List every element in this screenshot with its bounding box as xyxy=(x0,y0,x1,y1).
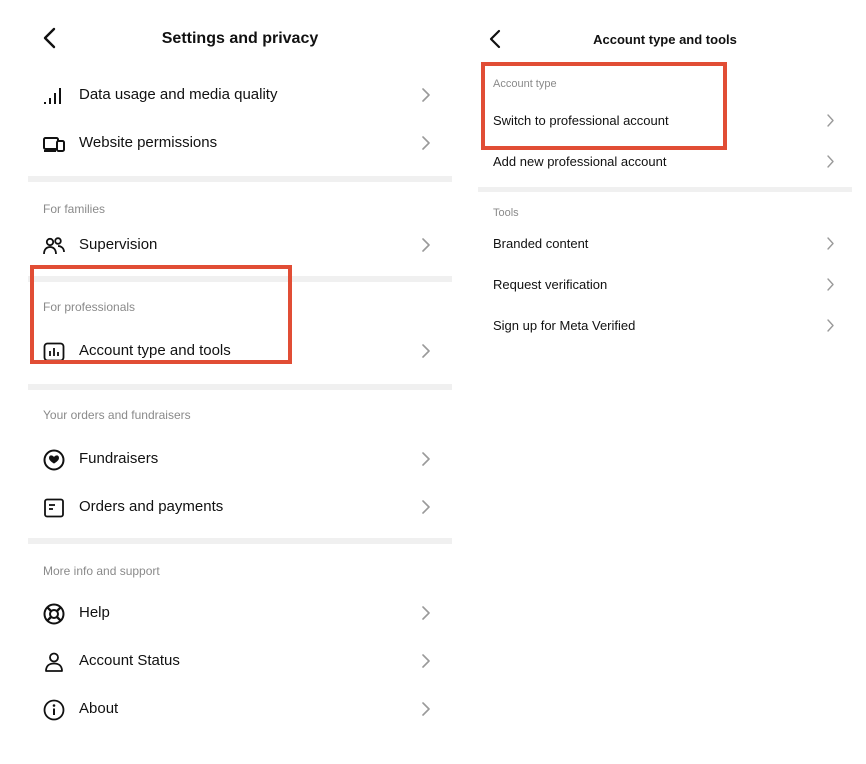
settings-item-fundraisers[interactable]: Fundraisers xyxy=(28,436,452,484)
settings-item-label: Account type and tools xyxy=(79,342,231,359)
settings-item-account-type-and-tools[interactable]: Account type and tools xyxy=(28,328,452,376)
person-icon xyxy=(42,650,66,674)
menu-item-label: Add new professional account xyxy=(493,154,667,169)
section-header-tools: Tools xyxy=(493,207,519,219)
people-icon xyxy=(42,234,66,258)
lifebuoy-icon xyxy=(42,602,66,626)
settings-item-help[interactable]: Help xyxy=(28,590,452,638)
menu-item-label: Switch to professional account xyxy=(493,113,669,128)
page-title: Account type and tools xyxy=(593,32,737,47)
settings-item-supervision[interactable]: Supervision xyxy=(28,222,452,270)
chevron-right-icon xyxy=(422,238,430,252)
menu-item-label: Branded content xyxy=(493,236,589,251)
settings-item-label: Supervision xyxy=(79,236,158,253)
settings-item-label: Data usage and media quality xyxy=(79,86,278,103)
settings-item-orders-and-payments[interactable]: Orders and payments xyxy=(28,484,452,532)
section-header-families: For families xyxy=(43,202,106,216)
menu-item-label: Sign up for Meta Verified xyxy=(493,318,636,333)
settings-item-label: Fundraisers xyxy=(79,450,159,467)
chevron-right-icon xyxy=(422,88,430,102)
chevron-right-icon xyxy=(422,500,430,514)
settings-item-label: About xyxy=(79,700,119,717)
settings-item-label: Help xyxy=(79,604,110,621)
chevron-right-icon xyxy=(827,278,834,291)
settings-item-label: Account Status xyxy=(79,652,180,669)
settings-item-label: Orders and payments xyxy=(79,498,224,515)
signal-bars-icon xyxy=(42,84,66,108)
chevron-right-icon xyxy=(827,155,834,168)
receipt-icon xyxy=(42,496,66,520)
chevron-right-icon xyxy=(422,344,430,358)
settings-and-privacy-panel: Settings and privacy Data usage and medi… xyxy=(28,0,452,734)
left-header: Settings and privacy xyxy=(28,0,452,72)
section-header-orders: Your orders and fundraisers xyxy=(43,408,191,422)
chevron-right-icon xyxy=(422,452,430,466)
fundraiser-icon xyxy=(42,448,66,472)
switch-to-professional-account-item[interactable]: Switch to professional account xyxy=(478,100,852,141)
branded-content-item[interactable]: Branded content xyxy=(478,223,852,264)
settings-item-account-status[interactable]: Account Status xyxy=(28,638,452,686)
settings-item-website-permissions[interactable]: Website permissions xyxy=(28,120,452,168)
settings-item-label: Website permissions xyxy=(79,134,218,151)
account-type-and-tools-panel: Account type and tools Account type Swit… xyxy=(478,0,852,346)
chevron-right-icon xyxy=(827,237,834,250)
menu-item-label: Request verification xyxy=(493,277,608,292)
chevron-right-icon xyxy=(827,114,834,127)
chevron-right-icon xyxy=(422,702,430,716)
right-header: Account type and tools xyxy=(478,0,852,64)
chevron-right-icon xyxy=(827,319,834,332)
section-header-professionals: For professionals xyxy=(43,300,136,314)
page-title: Settings and privacy xyxy=(161,30,319,47)
section-header-support: More info and support xyxy=(43,564,160,578)
settings-item-about[interactable]: About xyxy=(28,686,452,734)
info-icon xyxy=(42,698,66,722)
sign-up-for-meta-verified-item[interactable]: Sign up for Meta Verified xyxy=(478,305,852,346)
chevron-right-icon xyxy=(422,606,430,620)
section-header-account-type: Account type xyxy=(493,78,557,90)
request-verification-item[interactable]: Request verification xyxy=(478,264,852,305)
add-new-professional-account-item[interactable]: Add new professional account xyxy=(478,141,852,182)
chart-box-icon xyxy=(42,340,66,364)
chevron-right-icon xyxy=(422,136,430,150)
settings-item-data-usage[interactable]: Data usage and media quality xyxy=(28,72,452,120)
chevron-right-icon xyxy=(422,654,430,668)
devices-icon xyxy=(42,132,66,156)
